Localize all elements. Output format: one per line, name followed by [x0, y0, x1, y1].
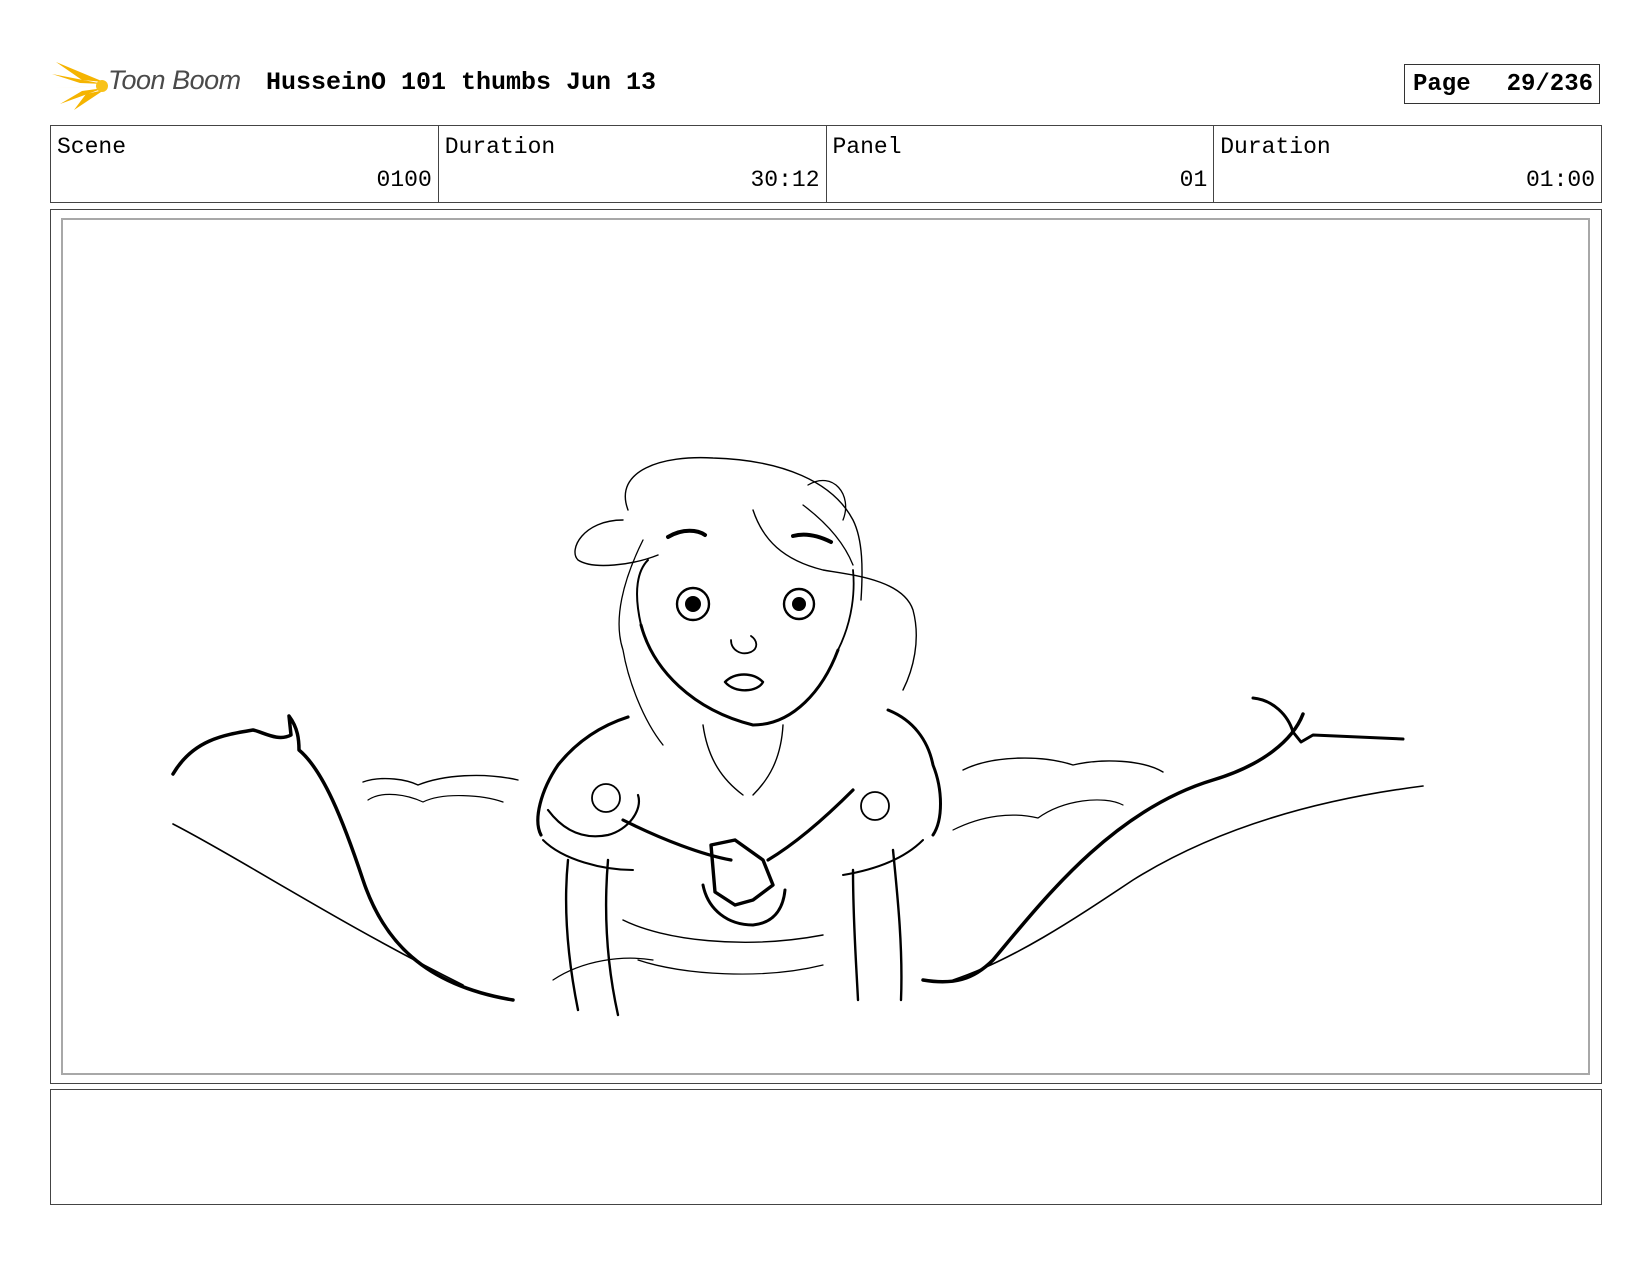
storyboard-panel: [61, 218, 1590, 1075]
scene-value: 0100: [376, 167, 432, 193]
toon-boom-logo: Toon Boom: [52, 56, 252, 112]
panel-value: 01: [1179, 167, 1208, 193]
scene-duration-cell: Duration 30:12: [439, 126, 827, 202]
scene-cell: Scene 0100: [51, 126, 439, 202]
panel-info-row: Scene 0100 Duration 30:12 Panel 01 Durat…: [50, 125, 1602, 203]
page-label: Page: [1413, 70, 1471, 98]
logo-text: Toon Boom: [108, 65, 241, 95]
panel-sketch: [171, 456, 1424, 1017]
panel-duration-value: 01:00: [1525, 167, 1595, 193]
page-number: 29/236: [1506, 70, 1593, 98]
sunburst-icon: [52, 62, 108, 110]
notes-box: [50, 1089, 1602, 1205]
document-title: HusseinO 101 thumbs Jun 13: [266, 68, 657, 97]
page-indicator: Page 29/236: [1404, 64, 1600, 104]
panel-cell: Panel 01: [827, 126, 1215, 202]
panel-duration-label: Duration: [1220, 134, 1331, 160]
panel-duration-cell: Duration 01:00: [1214, 126, 1601, 202]
scene-duration-label: Duration: [444, 134, 556, 160]
panel-label: Panel: [832, 134, 902, 160]
scene-label: Scene: [57, 134, 127, 160]
storyboard-panel-frame: [50, 209, 1602, 1084]
scene-duration-value: 30:12: [750, 167, 820, 193]
